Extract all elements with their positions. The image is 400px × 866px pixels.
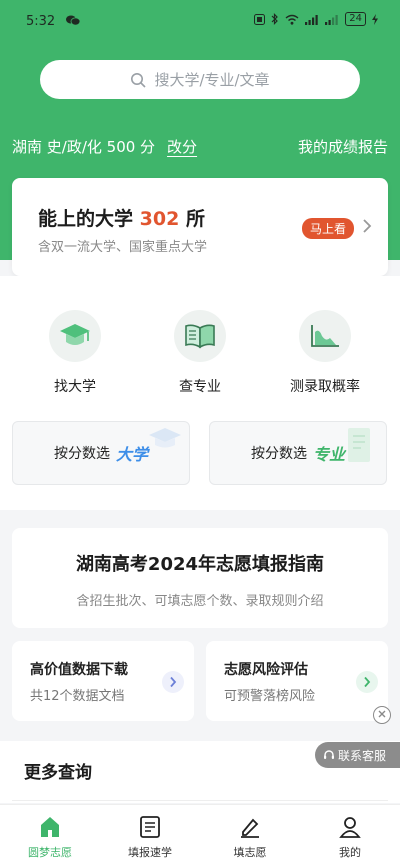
graduation-cap-watermark-icon <box>149 428 181 448</box>
chevron-right-icon <box>162 671 184 693</box>
book-icon <box>174 310 226 362</box>
document-watermark-icon <box>348 428 370 462</box>
chevron-right-icon <box>356 671 378 693</box>
edit-score-link[interactable]: 改分 <box>167 136 197 157</box>
bluetooth-icon <box>271 13 279 25</box>
view-now-button[interactable]: 马上看 <box>301 218 354 239</box>
tab-me[interactable]: 我的 <box>310 813 390 860</box>
wifi-icon <box>285 14 299 25</box>
pick-major-label: 按分数选 <box>250 446 307 462</box>
pick-university-label: 按分数选 <box>53 446 110 462</box>
charging-icon <box>372 13 378 25</box>
pen-icon <box>241 818 259 838</box>
find-university-button[interactable]: 找大学 <box>20 310 130 396</box>
risk-assessment-title: 志愿风险评估 <box>224 662 308 678</box>
signal-icon-2 <box>325 14 338 25</box>
search-major-button[interactable]: 查专业 <box>145 310 255 396</box>
pick-major-by-score-button[interactable]: 按分数选 专业 <box>209 421 387 485</box>
search-bar[interactable]: 搜大学/专业/文章 <box>40 60 360 99</box>
pick-university-accent: 大学 <box>115 445 148 464</box>
chart-icon <box>299 310 351 362</box>
home-icon <box>41 817 59 837</box>
guide-title: 湖南高考2024年志愿填报指南 <box>75 554 325 575</box>
divider <box>12 800 388 801</box>
search-icon <box>131 72 147 88</box>
chevron-right-icon <box>363 219 372 233</box>
tab-quick-learn-label: 填报速学 <box>128 846 172 859</box>
application-guide-card[interactable]: 湖南高考2024年志愿填报指南 含招生批次、可填志愿个数、录取规则介绍 <box>12 528 388 628</box>
score-report-link[interactable]: 我的成绩报告 <box>298 136 388 157</box>
wechat-icon <box>66 15 80 26</box>
tab-fill-application[interactable]: 填志愿 <box>210 813 290 860</box>
headset-icon <box>324 750 334 759</box>
document-icon <box>140 816 160 838</box>
battery-indicator: 24 <box>345 12 366 26</box>
data-download-subtitle: 共12个数据文档 <box>30 689 125 704</box>
tab-home[interactable]: 圆梦志愿 <box>10 813 90 860</box>
status-bar: 5:32 24 <box>0 0 400 42</box>
risk-assessment-card[interactable]: 志愿风险评估 可预警落榜风险 <box>206 641 388 721</box>
admission-probability-button[interactable]: 测录取概率 <box>270 310 380 396</box>
score-row: 湖南 史/政/化 500 分 改分 我的成绩报告 <box>12 136 388 157</box>
reachable-universities-card[interactable]: 能上的大学 302 所 含双一流大学、国家重点大学 马上看 <box>12 178 388 276</box>
user-icon <box>339 817 361 838</box>
data-download-title: 高价值数据下载 <box>30 662 128 678</box>
reachable-subtitle: 含双一流大学、国家重点大学 <box>38 240 208 255</box>
tab-quick-learn[interactable]: 填报速学 <box>110 813 190 860</box>
admission-probability-label: 测录取概率 <box>290 379 360 395</box>
reachable-count: 302 <box>139 208 180 230</box>
more-queries-title: 更多查询 <box>24 763 92 783</box>
bottom-tab-bar: 圆梦志愿 填报速学 填志愿 我的 <box>0 804 400 866</box>
reachable-title: 能上的大学 302 所 <box>38 204 205 231</box>
customer-service-button[interactable]: 联系客服 <box>315 742 400 768</box>
tab-me-label: 我的 <box>339 846 361 859</box>
pick-university-by-score-button[interactable]: 按分数选 大学 <box>12 421 190 485</box>
tab-home-label: 圆梦志愿 <box>28 846 72 859</box>
close-float-button[interactable] <box>373 706 391 724</box>
graduation-cap-icon <box>49 310 101 362</box>
signal-icon <box>305 14 318 25</box>
find-university-label: 找大学 <box>54 379 96 395</box>
pick-major-accent: 专业 <box>312 445 345 464</box>
reachable-title-suffix: 所 <box>185 208 205 230</box>
search-placeholder: 搜大学/专业/文章 <box>154 71 270 89</box>
reachable-title-prefix: 能上的大学 <box>38 208 134 230</box>
score-summary: 湖南 史/政/化 500 分 <box>12 138 156 156</box>
tab-fill-application-label: 填志愿 <box>233 846 267 859</box>
search-major-label: 查专业 <box>179 379 221 395</box>
close-icon <box>378 710 386 718</box>
status-icons: 24 <box>254 12 378 26</box>
risk-assessment-subtitle: 可预警落榜风险 <box>224 689 316 704</box>
status-time: 5:32 <box>26 14 56 29</box>
customer-service-label: 联系客服 <box>338 748 387 763</box>
data-download-card[interactable]: 高价值数据下载 共12个数据文档 <box>12 641 194 721</box>
guide-subtitle: 含招生批次、可填志愿个数、录取规则介绍 <box>76 594 324 609</box>
nfc-icon <box>254 13 266 25</box>
